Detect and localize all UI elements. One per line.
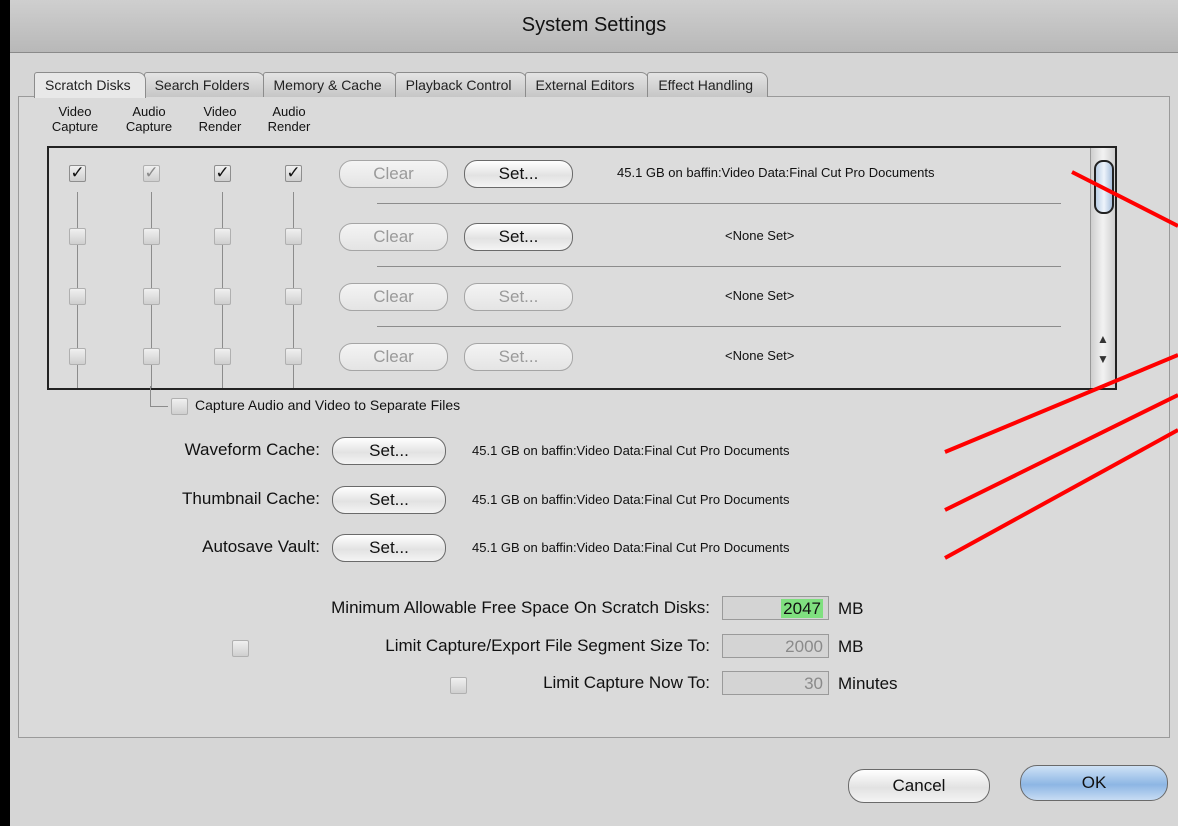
annotation-line bbox=[944, 353, 1178, 454]
annotation-lines bbox=[944, 170, 1178, 560]
annotation-line bbox=[1071, 170, 1178, 228]
tab-scratch-disks[interactable]: Scratch Disks bbox=[34, 72, 146, 98]
